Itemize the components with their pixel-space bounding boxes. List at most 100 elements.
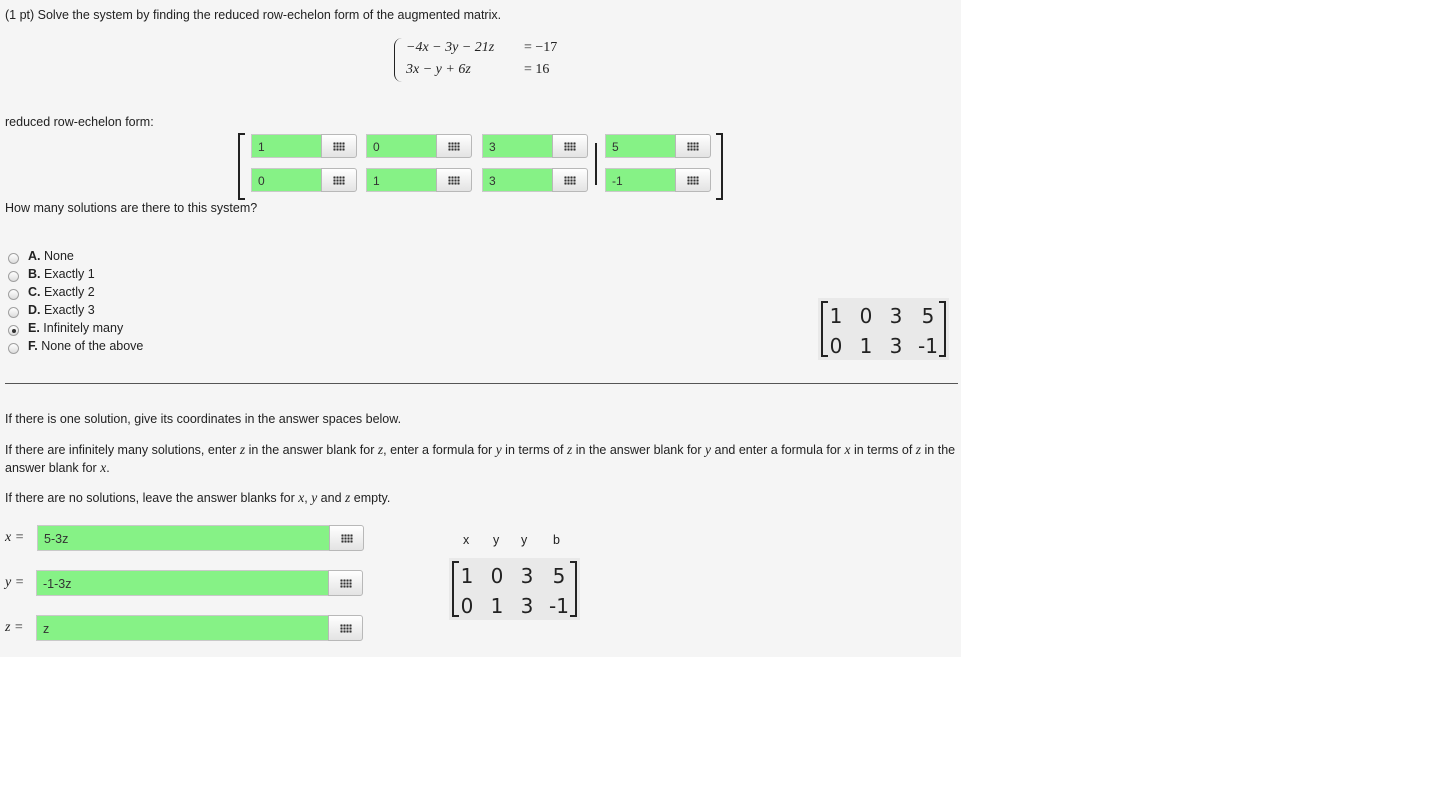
matrix-value: -1 [918, 334, 938, 358]
x-label: x = [5, 530, 25, 545]
inf-text-5: in the answer blank for [575, 443, 702, 457]
rref-input-r1c1[interactable]: 1 [251, 134, 321, 158]
rref-input-r1c3[interactable]: 3 [482, 134, 552, 158]
matrix-value: 1 [829, 304, 843, 328]
var-y: y [705, 442, 712, 457]
option-c-letter: C. [28, 285, 41, 299]
option-c[interactable]: C. Exactly 2 [28, 285, 95, 299]
matrix-value: 3 [889, 334, 903, 358]
option-b-radio[interactable] [8, 271, 19, 282]
y-label: y = [5, 575, 25, 590]
option-b-letter: B. [28, 267, 41, 281]
z-label: z = [5, 620, 24, 635]
option-a-letter: A. [28, 249, 41, 263]
problem-panel: (1 pt) Solve the system by finding the r… [0, 0, 961, 657]
matrix-value: 0 [859, 304, 873, 328]
palette-button[interactable] [552, 134, 588, 158]
option-e-radio[interactable] [8, 325, 19, 336]
rref-input-r2c2[interactable]: 1 [366, 168, 436, 192]
inf-text-4: in terms of [505, 443, 564, 457]
preview-matrix-1: 1 0 3 5 0 1 3 -1 [818, 298, 949, 360]
option-d-radio[interactable] [8, 307, 19, 318]
option-f[interactable]: F. None of the above [28, 339, 143, 353]
var-x: x [844, 442, 851, 457]
palette-button[interactable] [321, 168, 357, 192]
option-f-radio[interactable] [8, 343, 19, 354]
grid-icon [564, 176, 576, 185]
palette-button[interactable] [328, 570, 363, 596]
option-a-text: None [43, 249, 74, 263]
option-b-text: Exactly 1 [43, 267, 95, 281]
rref-input-r2c3[interactable]: 3 [482, 168, 552, 192]
rref-label: reduced row-echelon form: [5, 115, 154, 129]
none-text-1: If there are no solutions, leave the ans… [5, 491, 295, 505]
inf-text-7: in terms of [853, 443, 913, 457]
matrix-value: 1 [859, 334, 873, 358]
option-b[interactable]: B. Exactly 1 [28, 267, 95, 281]
column-header: y [493, 533, 500, 547]
none-text-2: and [320, 491, 342, 505]
var-x: x [100, 460, 107, 475]
rref-left-bracket [238, 133, 245, 200]
matrix-value: 0 [490, 564, 504, 588]
matrix-value: 3 [520, 594, 534, 618]
var-x: x [298, 490, 305, 505]
column-header: x [463, 533, 470, 547]
equation-2-rhs: = 16 [524, 62, 550, 77]
grid-icon [448, 176, 460, 185]
palette-button[interactable] [675, 168, 711, 192]
column-header: b [553, 533, 560, 547]
option-a-radio[interactable] [8, 253, 19, 264]
grid-icon [333, 176, 345, 185]
matrix-value: 0 [460, 594, 474, 618]
inf-text-2: in the answer blank for [248, 443, 375, 457]
palette-button[interactable] [328, 615, 363, 641]
matrix-value: 3 [889, 304, 903, 328]
option-d[interactable]: D. Exactly 3 [28, 303, 95, 317]
equation-1-rhs: = −17 [524, 40, 558, 55]
grid-icon [564, 142, 576, 151]
matrix-value: 1 [460, 564, 474, 588]
option-c-radio[interactable] [8, 289, 19, 300]
rref-input-r1c4[interactable]: 5 [605, 134, 675, 158]
rref-input-r1c2[interactable]: 0 [366, 134, 436, 158]
inf-text-6: and enter a formula for [714, 443, 841, 457]
palette-button[interactable] [552, 168, 588, 192]
var-z: z [239, 442, 246, 457]
none-text-3: empty. [353, 491, 391, 505]
matrix-value: 3 [520, 564, 534, 588]
column-header: y [521, 533, 528, 547]
palette-button[interactable] [675, 134, 711, 158]
palette-button[interactable] [321, 134, 357, 158]
option-f-letter: F. [28, 339, 38, 353]
var-z: z [345, 490, 351, 505]
rref-input-r2c4[interactable]: -1 [605, 168, 675, 192]
palette-button[interactable] [436, 168, 472, 192]
matrix-value: 5 [552, 564, 566, 588]
instruction-no-solution: If there are no solutions, leave the ans… [5, 490, 391, 505]
palette-button[interactable] [436, 134, 472, 158]
problem-header: (1 pt) Solve the system by finding the r… [5, 8, 502, 22]
question-text: How many solutions are there to this sys… [5, 201, 258, 215]
option-e[interactable]: E. Infinitely many [28, 321, 123, 335]
inf-text-3: , enter a formula for [383, 443, 493, 457]
x-answer-input[interactable]: 5-3z [37, 525, 329, 551]
option-d-text: Exactly 3 [43, 303, 95, 317]
palette-button[interactable] [329, 525, 364, 551]
z-answer-input[interactable]: z [36, 615, 328, 641]
augment-divider [595, 143, 597, 185]
matrix-value: 1 [490, 594, 504, 618]
section-divider [5, 383, 958, 384]
var-z: z [915, 442, 922, 457]
option-e-text: Infinitely many [43, 321, 124, 335]
option-a[interactable]: A. None [28, 249, 74, 263]
grid-icon [339, 579, 352, 588]
left-brace [394, 38, 403, 82]
grid-icon [333, 142, 345, 151]
rref-input-r2c1[interactable]: 0 [251, 168, 321, 192]
grid-icon [687, 142, 699, 151]
grid-icon [340, 534, 353, 543]
y-answer-input[interactable]: -1-3z [36, 570, 328, 596]
matrix-value: -1 [549, 594, 569, 618]
option-e-letter: E. [28, 321, 40, 335]
